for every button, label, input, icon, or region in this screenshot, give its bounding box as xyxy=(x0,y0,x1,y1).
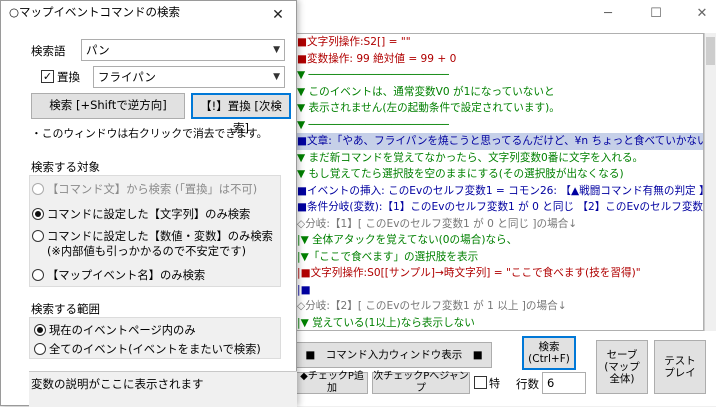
command-line[interactable]: ■イベントの挿入: このEvのセルフ変数1 = コモン26: 【▲戦闘コマンド有… xyxy=(295,183,703,200)
special-label: 特 xyxy=(489,377,500,390)
target-radio[interactable] xyxy=(32,183,44,195)
search-btn-line2: (Ctrl+F) xyxy=(528,353,570,365)
chevron-down-icon[interactable]: ▼ xyxy=(273,67,280,87)
save-button[interactable]: セーブ (マップ 全体) xyxy=(596,340,648,394)
test-line1: テスト xyxy=(664,355,696,367)
search-dialog: ○マップイベントコマンドの検索 ✕ 検索語 パン ▼ ✓ 置換 フライパン ▼ … xyxy=(0,0,297,407)
next-checkpoint-label: 次チェックPへジャンプ xyxy=(373,371,469,394)
test-play-button[interactable]: テスト プレイ xyxy=(654,340,706,394)
add-checkpoint-button[interactable]: ◆チェックP追加 xyxy=(296,371,368,394)
target-radio[interactable] xyxy=(32,269,44,281)
replace-input[interactable]: フライパン ▼ xyxy=(93,66,285,88)
command-list-scrollbar[interactable] xyxy=(704,33,716,331)
range-radio-label: 全てのイベント(イベントをまたいで検索) xyxy=(49,343,261,356)
command-line[interactable]: ▼ 表示されません(左の起動条件で設定されています)。 xyxy=(295,100,703,117)
chevron-down-icon[interactable]: ▼ xyxy=(273,40,280,60)
close-icon[interactable]: ✕ xyxy=(694,6,710,22)
target-radio[interactable] xyxy=(32,230,44,242)
command-line[interactable]: |▼ 覚えている(1以上)なら表示しない xyxy=(295,315,703,331)
line-count-value: 6 xyxy=(547,376,555,390)
target-radio-label: コマンドに設定した【文字列】のみ検索 xyxy=(47,208,251,221)
command-line[interactable]: ▼ ────────────────────── xyxy=(295,117,703,134)
status-text: 変数の説明がここに表示されます xyxy=(31,377,204,391)
dialog-title: ○マップイベントコマンドの検索 xyxy=(1,1,296,29)
status-panel: 変数の説明がここに表示されます xyxy=(29,371,297,407)
save-line1: セーブ xyxy=(606,349,638,361)
command-line[interactable]: ◇分岐:【2】[ このEvのセルフ変数1 が 1 以上 ]の場合↓ xyxy=(295,298,703,315)
command-line[interactable]: ▼ まだ新コマンドを覚えてなかったら、文字列変数0番に文字を入れる。 xyxy=(295,150,703,167)
range-radio[interactable] xyxy=(34,343,46,355)
save-line3: 全体) xyxy=(609,373,635,385)
command-line[interactable]: ■文字列操作:S2[] = "" xyxy=(295,34,703,51)
range-radio[interactable] xyxy=(34,324,46,336)
replace-label: 置換 xyxy=(57,70,80,84)
command-line[interactable]: ▼ もし覚えてたら選択肢を空のままにする(その選択肢が出なくなる) xyxy=(295,166,703,183)
replace-checkbox[interactable]: ✓ xyxy=(41,70,54,83)
search-input[interactable]: パン ▼ xyxy=(81,39,285,61)
special-checkbox[interactable] xyxy=(474,376,487,389)
search-value: パン xyxy=(86,43,110,57)
dialog-close-icon[interactable]: ✕ xyxy=(265,5,291,25)
command-line[interactable]: ■条件分岐(変数):【1】このEvのセルフ変数1 が 0 と同じ 【2】このEv… xyxy=(295,199,703,216)
command-input-label: ■ コマンド入力ウィンドウ表示 ■ xyxy=(305,349,483,361)
save-line2: (マップ xyxy=(604,361,640,373)
search-ctrl-f-button[interactable]: 検索 (Ctrl+F) xyxy=(522,336,576,370)
target-radio-sublabel: (※内部値も引っかかるので不安定です) xyxy=(47,245,247,258)
search-button[interactable]: 検索 [+Shiftで逆方向] xyxy=(31,93,185,119)
line-count-label: 行数 xyxy=(516,377,539,391)
command-line[interactable]: ◇分岐:【1】[ このEvのセルフ変数1 が 0 と同じ ]の場合↓ xyxy=(295,216,703,233)
command-line[interactable]: |■ xyxy=(295,282,703,299)
search-label: 検索語 xyxy=(31,44,66,58)
command-line[interactable]: ▼ このイベントは、通常変数V0 が1になっていないと xyxy=(295,84,703,101)
target-radio-label: 【マップイベント名】のみ検索 xyxy=(47,269,206,282)
minimize-icon[interactable]: ─ xyxy=(600,6,616,22)
search-btn-line1: 検索 xyxy=(538,341,560,353)
replace-value: フライパン xyxy=(98,70,156,84)
command-list[interactable]: ■文字列操作:S2[] = "" ■変数操作: 99 絶対値 = 99 + 0 ▼ … xyxy=(294,33,704,331)
replace-button[interactable]: 【!】置換 [次検索] xyxy=(191,93,291,135)
target-radio[interactable] xyxy=(32,208,44,220)
range-radio-label: 現在のイベントページ内のみ xyxy=(49,324,196,337)
command-line[interactable]: ■変数操作: 99 絶対値 = 99 + 0 xyxy=(295,51,703,68)
line-count-input[interactable]: 6 xyxy=(542,372,586,394)
next-checkpoint-button[interactable]: 次チェックPへジャンプ xyxy=(372,371,470,394)
hint-text: ・このウィンドウは右クリックで消去できます。 xyxy=(31,127,268,140)
target-header: 検索する対象 xyxy=(31,160,100,174)
add-checkpoint-label: ◆チェックP追加 xyxy=(300,371,364,394)
range-header: 検索する範囲 xyxy=(31,302,100,316)
test-line2: プレイ xyxy=(664,367,696,379)
command-line[interactable]: |▼「ここで食べます」の選択肢を表示 xyxy=(295,249,703,266)
command-input-window-button[interactable]: ■ コマンド入力ウィンドウ表示 ■ xyxy=(296,342,492,368)
target-radio-label: コマンドに設定した【数値・変数】のみ検索 xyxy=(47,230,273,243)
command-line[interactable]: |▼ 全体アタックを覚えてない(0の場合)なら、 xyxy=(295,232,703,249)
command-line[interactable]: |■文字列操作:S0[[サンプル]→時文字列] = "ここで食べます(技を習得)… xyxy=(295,265,703,282)
command-line[interactable]: ▼ ────────────────────── xyxy=(295,67,703,84)
target-radio-label: 【コマンド文】から検索 (「置換」は不可) xyxy=(47,183,258,196)
command-line[interactable]: ■文章:「やあ、フライパンを焼こうと思ってるんだけど、¥n ちょっと食べていかな… xyxy=(295,133,703,150)
maximize-icon[interactable]: ☐ xyxy=(648,6,664,22)
